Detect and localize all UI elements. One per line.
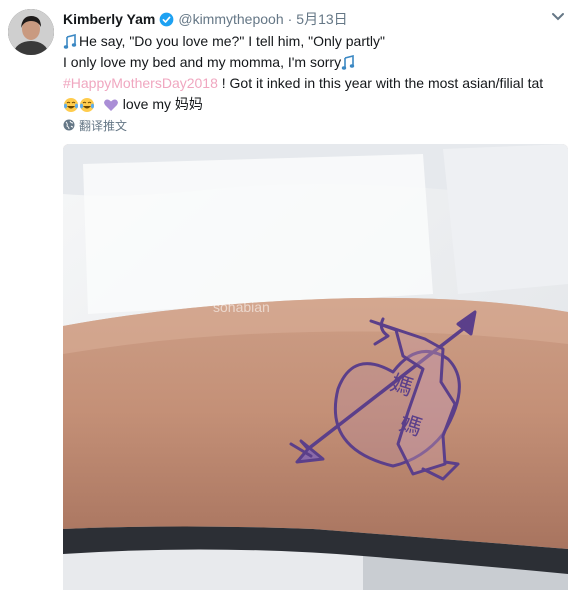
tweet-header: Kimberly Yam @kimmythepooh · 5月13日 [63,9,547,29]
tweet-line-1: He say, "Do you love me?" I tell him, "O… [63,31,567,52]
tears-of-joy-emoji [64,98,78,113]
tears-of-joy-emoji [80,98,94,113]
globe-icon [63,119,75,131]
separator-dot: · [287,11,293,27]
avatar[interactable] [8,9,54,55]
tweet-card[interactable]: Kimberly Yam @kimmythepooh · 5月13日 He sa… [0,0,577,590]
tweet-line-2: I only love my bed and my momma, I'm sor… [63,52,567,73]
tweet-photo[interactable]: 媽 媽 sohabian [63,144,568,590]
musical-notes-emoji [341,55,355,70]
translate-tweet-button[interactable]: 翻译推文 [63,117,127,133]
tweet-text-line-1: He say, "Do you love me?" I tell him, "O… [79,33,385,49]
chevron-down-icon[interactable] [551,12,565,22]
author-handle[interactable]: @kimmythepooh [178,11,283,27]
tweet-line-3: #HappyMothersDay2018 ! Got it inked in t… [63,73,567,94]
hashtag-link[interactable]: #HappyMothersDay2018 [63,75,218,91]
tweet-text: He say, "Do you love me?" I tell him, "O… [63,31,567,115]
translate-label: 翻译推文 [79,118,128,133]
musical-notes-emoji [63,34,77,49]
verified-badge-icon [159,12,174,26]
tweet-date[interactable]: 5月13日 [296,9,347,29]
tweet-text-line-3: ! Got it inked in this year with the mos… [217,75,544,91]
tweet-text-line-4: love my 妈妈 [118,96,203,112]
tweet-line-4: love my 妈妈 [63,94,567,115]
purple-heart-emoji [104,99,118,112]
tweet-text-line-2: I only love my bed and my momma, I'm sor… [63,54,342,70]
watermark: sohabian [213,299,270,315]
author-name[interactable]: Kimberly Yam [63,11,155,27]
